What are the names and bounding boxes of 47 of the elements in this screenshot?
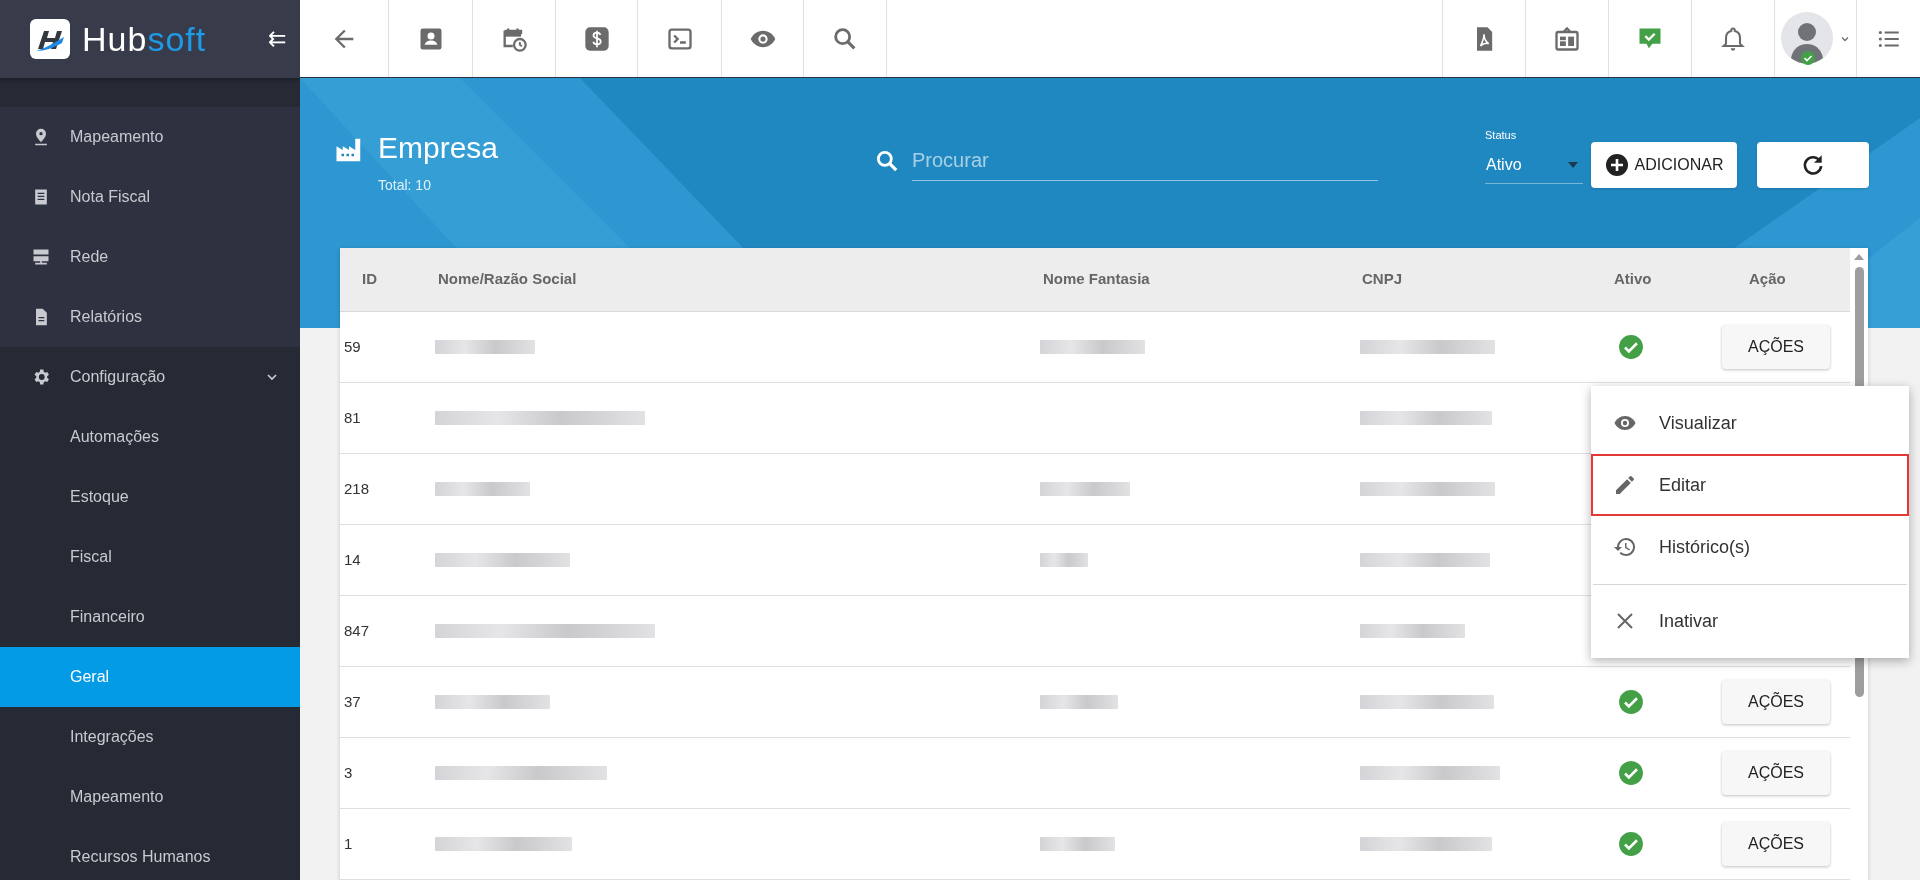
actions-button[interactable]: AÇÕES (1722, 751, 1830, 795)
menu-item[interactable]: Inativar (1591, 578, 1909, 652)
logo-text: Hubsoft (82, 22, 207, 56)
menu-item[interactable]: Editar (1591, 454, 1909, 516)
actions-button[interactable]: AÇÕES (1722, 680, 1830, 724)
menu-item[interactable]: Visualizar (1591, 392, 1909, 454)
table-cell-text: 37 (343, 691, 362, 712)
column-header: Ativo (1613, 269, 1653, 290)
actions-button[interactable]: AÇÕES (1722, 325, 1830, 369)
dollar-icon (582, 24, 611, 53)
table-cell-text: 14 (343, 549, 362, 570)
table-cell-text: 81 (343, 407, 362, 428)
avatar-icon (1780, 11, 1835, 66)
server-icon (31, 247, 51, 267)
column-header: CNPJ (1361, 269, 1403, 290)
add-button[interactable]: ADICIONAR (1591, 142, 1737, 188)
column-header: ID (361, 269, 378, 290)
column-header: Nome/Razão Social (437, 269, 578, 290)
collapse-button[interactable]: ⇇ (268, 28, 286, 50)
sidebar-item[interactable]: Nota Fiscal (0, 167, 300, 227)
status-label: Status (1485, 128, 1518, 143)
actions-button[interactable]: AÇÕES (1722, 822, 1830, 866)
refresh-button[interactable] (1757, 142, 1869, 188)
status-select[interactable]: Ativo (1485, 147, 1583, 184)
column-header: Nome Fantasia (1042, 269, 1151, 290)
page-title: Empresa (378, 130, 499, 166)
table-cell-text: 3 (343, 762, 354, 783)
table-cell-text: 847 (343, 620, 371, 641)
dashboard-board-icon (1553, 24, 1581, 53)
menu-item[interactable]: Histórico(s) (1591, 516, 1909, 578)
pencil-icon (1613, 473, 1637, 497)
user-menu-button[interactable] (1774, 0, 1857, 77)
history-icon (1613, 535, 1637, 559)
table-cell-text: 1 (343, 833, 354, 854)
dropdown-caret-icon (1567, 161, 1579, 169)
scroll-up-icon (1853, 253, 1865, 261)
sidebar-item[interactable]: Relatórios (0, 287, 300, 347)
plus-circle-icon (1604, 153, 1629, 177)
search-icon (874, 148, 900, 174)
search-field[interactable]: Procurar (912, 141, 1378, 181)
table-cell-text: 59 (343, 336, 362, 357)
column-header: Ação (1748, 269, 1787, 290)
sidebar-item[interactable]: Mapeamento (0, 107, 300, 167)
total-count: Total: 10 (378, 176, 432, 195)
table-cell-text: 218 (343, 478, 371, 499)
logo-icon (30, 19, 70, 59)
sidebar-item[interactable]: Rede (0, 227, 300, 287)
